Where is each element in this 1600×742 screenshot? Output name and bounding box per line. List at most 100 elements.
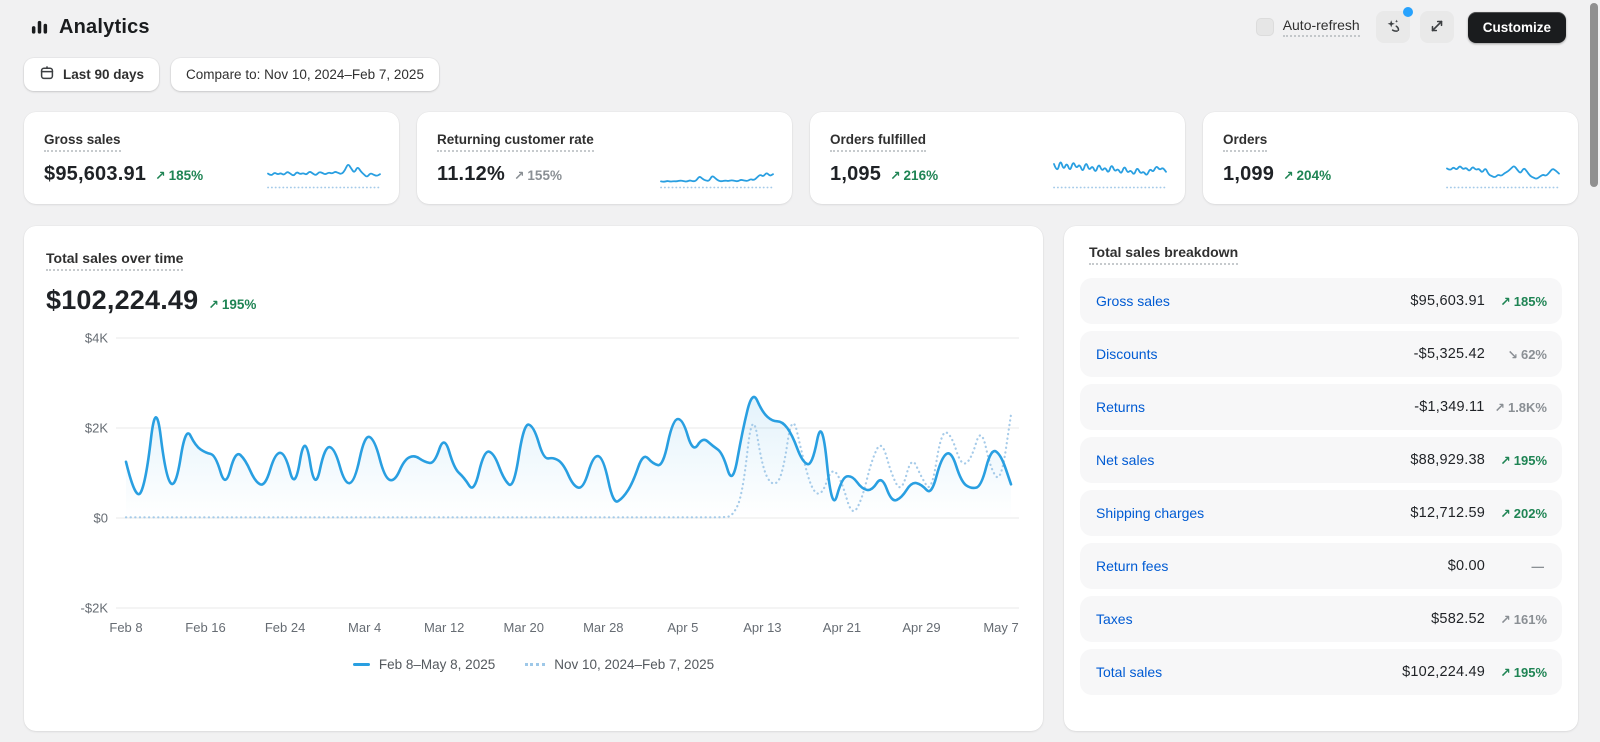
metric-title[interactable]: Gross sales: [44, 132, 121, 152]
metric-title[interactable]: Orders: [1223, 132, 1268, 152]
compare-to-button[interactable]: Compare to: Nov 10, 2024–Feb 7, 2025: [171, 58, 439, 91]
breakdown-link[interactable]: Return fees: [1096, 558, 1168, 574]
auto-refresh-label: Auto-refresh: [1282, 17, 1360, 37]
metric-card-orders-fulfilled[interactable]: Orders fulfilled 1,095 ↗ 216%: [810, 112, 1185, 204]
breakdown-amount: -$1,349.11: [1414, 399, 1485, 415]
svg-text:-$2K: -$2K: [81, 601, 109, 616]
svg-text:Mar 20: Mar 20: [504, 620, 544, 635]
svg-text:Feb 8: Feb 8: [109, 620, 142, 635]
svg-text:Feb 16: Feb 16: [185, 620, 225, 635]
svg-text:Mar 12: Mar 12: [424, 620, 464, 635]
customize-button[interactable]: Customize: [1467, 11, 1566, 43]
breakdown-link[interactable]: Taxes: [1096, 611, 1133, 627]
breakdown-amount: $12,712.59: [1410, 505, 1485, 521]
metric-value: 1,095: [830, 163, 882, 185]
metric-card-gross-sales[interactable]: Gross sales $95,603.91 ↗ 185%: [24, 112, 399, 204]
expand-icon: [1429, 18, 1445, 37]
breakdown-link[interactable]: Shipping charges: [1096, 505, 1204, 521]
breakdown-rows: Gross sales $95,603.91 ↗ 185% Discounts -$…: [1080, 278, 1562, 695]
breakdown-row-taxes[interactable]: Taxes $582.52 ↗ 161%: [1080, 596, 1562, 642]
chart-delta: ↗ 195%: [208, 297, 257, 312]
breakdown-delta: ↗ 161%: [1500, 611, 1547, 627]
breakdown-amount: $88,929.38: [1410, 452, 1485, 468]
metric-title[interactable]: Returning customer rate: [437, 132, 594, 152]
breakdown-link[interactable]: Returns: [1096, 399, 1145, 415]
scrollbar-thumb[interactable]: [1590, 3, 1598, 187]
svg-text:$2K: $2K: [85, 421, 108, 436]
line-chart: $4K $2K $0 -$2K Feb 8 Feb 16 Feb 24 Mar 4 Mar 12…: [46, 326, 1021, 643]
bar-chart-icon: [30, 18, 49, 37]
sparkline-chart: [1446, 165, 1560, 189]
breakdown-delta: ↗ 195%: [1500, 664, 1547, 680]
sparkline-chart: [267, 164, 381, 189]
fullscreen-button[interactable]: [1419, 11, 1454, 43]
breakdown-delta: ↗ 195%: [1500, 452, 1547, 468]
magic-assistant-button[interactable]: [1375, 7, 1413, 43]
auto-refresh-toggle[interactable]: Auto-refresh: [1255, 17, 1360, 37]
breakdown-link[interactable]: Gross sales: [1096, 293, 1170, 309]
svg-text:Apr 5: Apr 5: [667, 620, 698, 635]
date-range-button[interactable]: Last 90 days: [24, 58, 160, 91]
breakdown-delta: ↘ 62%: [1507, 346, 1547, 362]
sparkline-chart: [660, 172, 774, 189]
date-range-label: Last 90 days: [63, 67, 145, 82]
breakdown-amount: $0.00: [1447, 558, 1485, 574]
chart-total-value: $102,224.49: [46, 285, 199, 315]
breakdown-delta: ↗ 185%: [1500, 293, 1547, 309]
breakdown-row-total-sales[interactable]: Total sales $102,224.49 ↗ 195%: [1080, 649, 1562, 695]
svg-text:Feb 24: Feb 24: [265, 620, 305, 635]
metric-delta: ↗ 185%: [155, 168, 204, 183]
metric-title[interactable]: Orders fulfilled: [830, 132, 927, 152]
topbar: Analytics Auto-refresh Customize: [0, 0, 1600, 44]
breakdown-amount: -$5,325.42: [1413, 346, 1485, 362]
svg-text:Apr 21: Apr 21: [823, 620, 861, 635]
filter-bar: Last 90 days Compare to: Nov 10, 2024–Fe…: [0, 44, 1600, 91]
chart-title[interactable]: Total sales over time: [46, 250, 184, 271]
svg-text:Apr 29: Apr 29: [902, 620, 940, 635]
breakdown-row-shipping-charges[interactable]: Shipping charges $12,712.59 ↗ 202%: [1080, 490, 1562, 536]
metric-value: 1,099: [1223, 163, 1275, 185]
total-sales-chart-card: Total sales over time $102,224.49 ↗ 195% …: [24, 226, 1043, 731]
magic-icon: [1384, 17, 1402, 38]
breakdown-link[interactable]: Net sales: [1096, 452, 1154, 468]
svg-text:$0: $0: [94, 511, 108, 526]
svg-text:Apr 13: Apr 13: [743, 620, 781, 635]
analytics-page: Analytics Auto-refresh Customize Last 90…: [0, 0, 1600, 742]
page-title: Analytics: [59, 15, 150, 38]
notification-dot: [1402, 7, 1413, 17]
metric-delta: ↗ 216%: [890, 168, 939, 183]
metric-delta: ↗ 204%: [1283, 168, 1332, 183]
breakdown-title: Total sales breakdown: [1089, 244, 1239, 265]
metric-delta: ↗ 155%: [513, 168, 562, 183]
sparkline-chart: [1053, 161, 1167, 189]
chart-legend: Feb 8–May 8, 2025 Nov 10, 2024–Feb 7, 20…: [46, 657, 1021, 672]
breakdown-amount: $582.52: [1431, 611, 1485, 627]
svg-text:Mar 4: Mar 4: [348, 620, 381, 635]
solid-line-swatch: [352, 663, 370, 666]
legend-current-period: Feb 8–May 8, 2025: [352, 657, 495, 672]
scrollbar-track[interactable]: [1589, 0, 1598, 742]
breakdown-link[interactable]: Total sales: [1096, 664, 1162, 680]
metric-value: $95,603.91: [44, 163, 147, 185]
metric-card-orders[interactable]: Orders 1,099 ↗ 204%: [1203, 112, 1578, 204]
breakdown-row-discounts[interactable]: Discounts -$5,325.42 ↘ 62%: [1080, 331, 1562, 377]
breakdown-amount: $95,603.91: [1410, 293, 1485, 309]
breakdown-amount: $102,224.49: [1402, 664, 1485, 680]
breakdown-row-net-sales[interactable]: Net sales $88,929.38 ↗ 195%: [1080, 437, 1562, 483]
breakdown-delta: ↗ 202%: [1500, 505, 1547, 521]
calendar-icon: [39, 65, 55, 84]
legend-comparison-period: Nov 10, 2024–Feb 7, 2025: [525, 657, 714, 672]
dotted-line-swatch: [525, 663, 546, 666]
breakdown-row-gross-sales[interactable]: Gross sales $95,603.91 ↗ 185%: [1080, 278, 1562, 324]
breakdown-link[interactable]: Discounts: [1096, 346, 1157, 362]
compare-to-label: Compare to: Nov 10, 2024–Feb 7, 2025: [186, 67, 424, 82]
breakdown-row-return-fees[interactable]: Return fees $0.00 —: [1080, 543, 1562, 589]
auto-refresh-checkbox[interactable]: [1255, 18, 1274, 36]
metric-value: 11.12%: [437, 163, 505, 185]
svg-text:May 7: May 7: [983, 620, 1018, 635]
metric-card-returning-customer-rate[interactable]: Returning customer rate 11.12% ↗ 155%: [417, 112, 792, 204]
breakdown-delta: —: [1531, 559, 1545, 574]
breakdown-row-returns[interactable]: Returns -$1,349.11 ↗ 1.8K%: [1080, 384, 1562, 430]
metric-cards-row: Gross sales $95,603.91 ↗ 185% Returning c…: [0, 91, 1600, 204]
main-row: Total sales over time $102,224.49 ↗ 195% …: [0, 204, 1600, 731]
